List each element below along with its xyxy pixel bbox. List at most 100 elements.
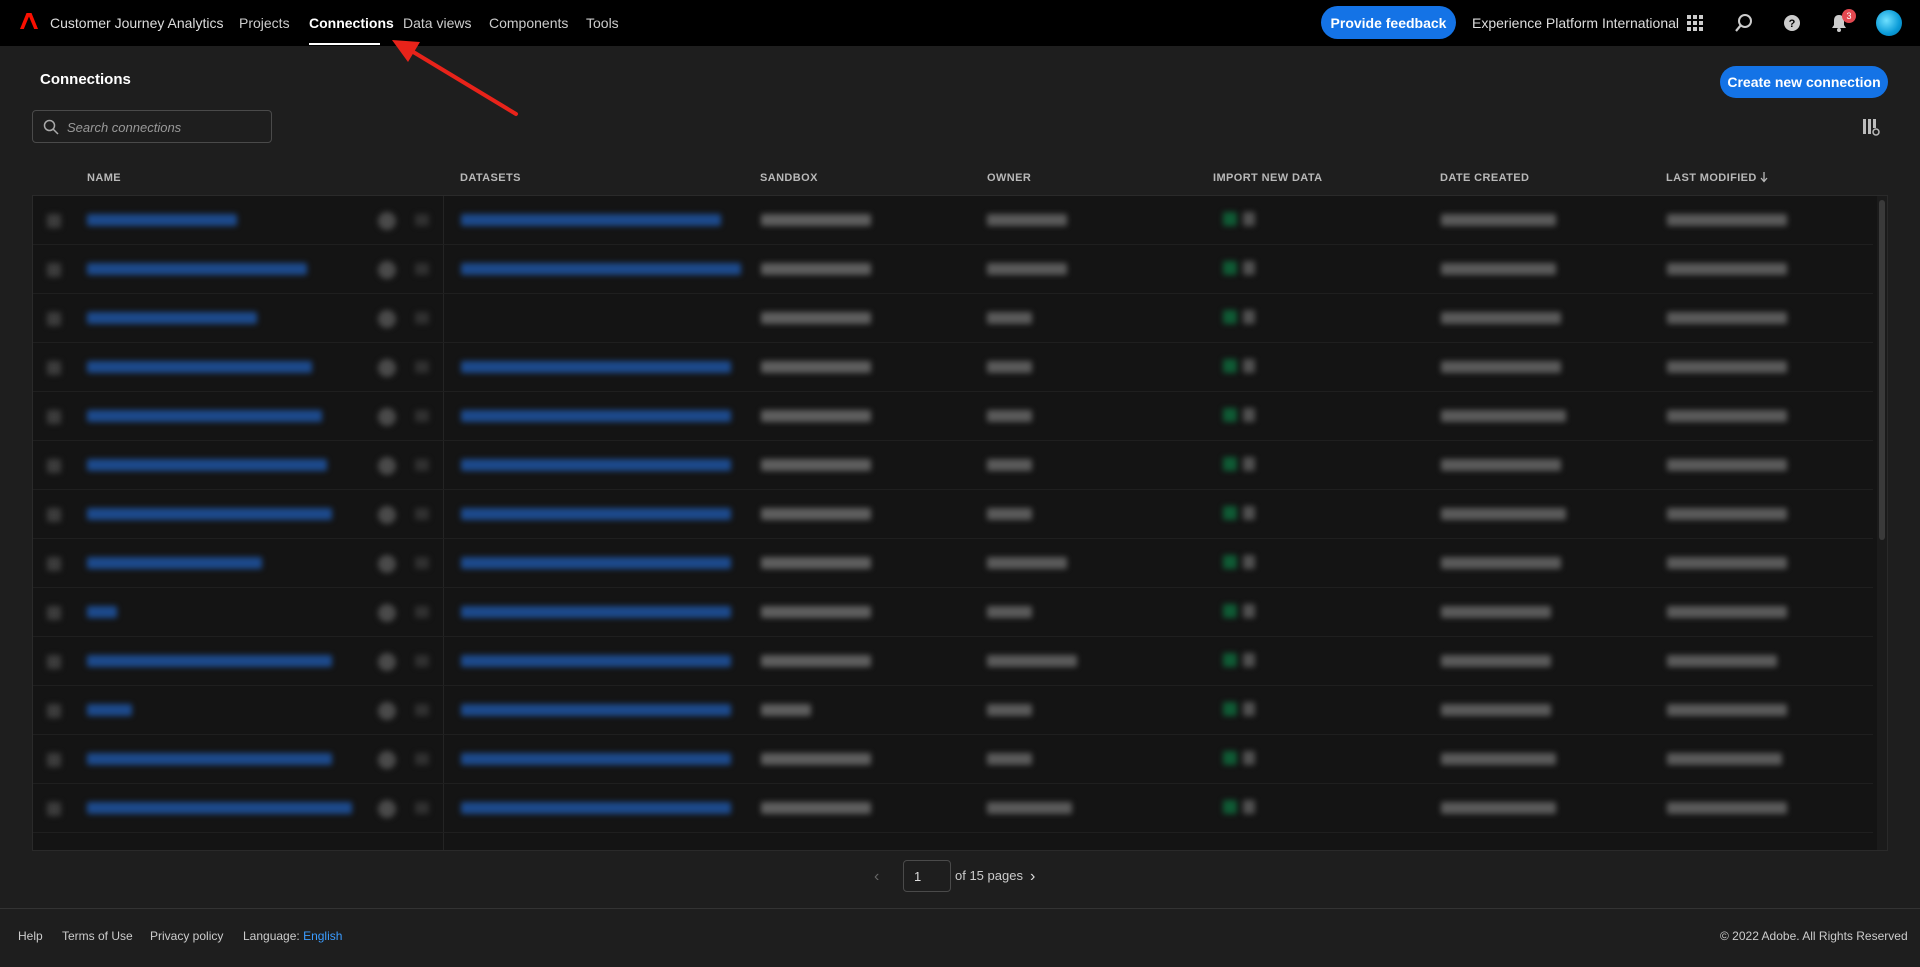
more-actions-icon[interactable] [415, 508, 429, 520]
column-settings-icon[interactable] [1862, 118, 1880, 136]
previous-page-button[interactable]: ‹ [874, 868, 890, 886]
row-checkbox[interactable] [47, 214, 61, 228]
table-row[interactable] [33, 294, 1873, 343]
add-icon[interactable] [378, 408, 396, 426]
column-header-owner[interactable]: OWNER [987, 172, 1031, 184]
table-row[interactable] [33, 588, 1873, 637]
connection-name-link[interactable] [87, 214, 237, 226]
table-row[interactable] [33, 245, 1873, 294]
row-checkbox[interactable] [47, 312, 61, 326]
datasets-cell[interactable] [461, 459, 731, 471]
row-checkbox[interactable] [47, 410, 61, 424]
more-actions-icon[interactable] [415, 655, 429, 667]
footer-terms-link[interactable]: Terms of Use [62, 929, 133, 943]
more-actions-icon[interactable] [415, 557, 429, 569]
add-icon[interactable] [378, 359, 396, 377]
sort-descending-icon[interactable] [1759, 171, 1769, 183]
column-header-sandbox[interactable]: SANDBOX [760, 172, 818, 184]
avatar[interactable] [1876, 10, 1902, 36]
add-icon[interactable] [378, 604, 396, 622]
datasets-cell[interactable] [461, 557, 731, 569]
table-row[interactable] [33, 735, 1873, 784]
create-new-connection-button[interactable]: Create new connection [1720, 66, 1888, 98]
add-icon[interactable] [378, 261, 396, 279]
more-actions-icon[interactable] [415, 312, 429, 324]
add-icon[interactable] [378, 457, 396, 475]
more-actions-icon[interactable] [415, 361, 429, 373]
search-input[interactable] [67, 117, 263, 137]
datasets-cell[interactable] [461, 361, 731, 373]
column-header-datasets[interactable]: DATASETS [460, 172, 521, 184]
column-header-date-created[interactable]: DATE CREATED [1440, 172, 1529, 184]
add-icon[interactable] [378, 555, 396, 573]
more-actions-icon[interactable] [415, 214, 429, 226]
help-icon[interactable]: ? [1781, 12, 1803, 34]
datasets-cell[interactable] [461, 802, 731, 814]
nav-tools[interactable]: Tools [586, 15, 619, 31]
row-checkbox[interactable] [47, 606, 61, 620]
datasets-cell[interactable] [461, 753, 731, 765]
datasets-cell[interactable] [461, 214, 721, 226]
connection-name-link[interactable] [87, 606, 117, 618]
column-header-import-new-data[interactable]: IMPORT NEW DATA [1213, 172, 1322, 184]
app-title[interactable]: Customer Journey Analytics [50, 15, 224, 31]
connection-name-link[interactable] [87, 557, 262, 569]
row-checkbox[interactable] [47, 459, 61, 473]
row-checkbox[interactable] [47, 753, 61, 767]
datasets-cell[interactable] [461, 655, 731, 667]
connection-name-link[interactable] [87, 410, 322, 422]
nav-projects[interactable]: Projects [239, 15, 290, 31]
add-icon[interactable] [378, 506, 396, 524]
more-actions-icon[interactable] [415, 263, 429, 275]
table-row[interactable] [33, 196, 1873, 245]
nav-data-views[interactable]: Data views [403, 15, 471, 31]
table-row[interactable] [33, 441, 1873, 490]
provide-feedback-button[interactable]: Provide feedback [1321, 6, 1456, 39]
connection-name-link[interactable] [87, 459, 327, 471]
nav-connections[interactable]: Connections [309, 15, 394, 31]
row-checkbox[interactable] [47, 361, 61, 375]
table-row[interactable] [33, 490, 1873, 539]
more-actions-icon[interactable] [415, 753, 429, 765]
table-row[interactable] [33, 392, 1873, 441]
nav-components[interactable]: Components [489, 15, 568, 31]
row-checkbox[interactable] [47, 704, 61, 718]
footer-help-link[interactable]: Help [18, 929, 43, 943]
org-switcher[interactable]: Experience Platform International [1472, 15, 1679, 31]
add-icon[interactable] [378, 800, 396, 818]
row-checkbox[interactable] [47, 263, 61, 277]
column-header-name[interactable]: NAME [87, 172, 121, 184]
more-actions-icon[interactable] [415, 802, 429, 814]
page-number-input[interactable] [903, 860, 951, 892]
more-actions-icon[interactable] [415, 459, 429, 471]
footer-privacy-link[interactable]: Privacy policy [150, 929, 223, 943]
row-checkbox[interactable] [47, 655, 61, 669]
connection-name-link[interactable] [87, 263, 307, 275]
adobe-logo[interactable] [20, 13, 38, 29]
search-icon[interactable] [1733, 12, 1755, 34]
add-icon[interactable] [378, 751, 396, 769]
apps-grid-icon[interactable] [1684, 12, 1706, 34]
table-row[interactable] [33, 686, 1873, 735]
connection-name-link[interactable] [87, 655, 332, 667]
table-row[interactable] [33, 539, 1873, 588]
connection-name-link[interactable] [87, 704, 132, 716]
datasets-cell[interactable] [461, 704, 731, 716]
table-row[interactable] [33, 343, 1873, 392]
search-field[interactable] [32, 110, 272, 143]
language-selector[interactable]: English [303, 929, 342, 943]
column-header-last-modified[interactable]: LAST MODIFIED [1666, 172, 1757, 184]
table-scrollbar-thumb[interactable] [1879, 200, 1885, 540]
add-icon[interactable] [378, 653, 396, 671]
add-icon[interactable] [378, 212, 396, 230]
connection-name-link[interactable] [87, 802, 352, 814]
connection-name-link[interactable] [87, 508, 332, 520]
more-actions-icon[interactable] [415, 410, 429, 422]
table-row[interactable] [33, 784, 1873, 833]
next-page-button[interactable]: › [1030, 868, 1046, 886]
connection-name-link[interactable] [87, 312, 257, 324]
add-icon[interactable] [378, 702, 396, 720]
add-icon[interactable] [378, 310, 396, 328]
more-actions-icon[interactable] [415, 704, 429, 716]
connection-name-link[interactable] [87, 361, 312, 373]
